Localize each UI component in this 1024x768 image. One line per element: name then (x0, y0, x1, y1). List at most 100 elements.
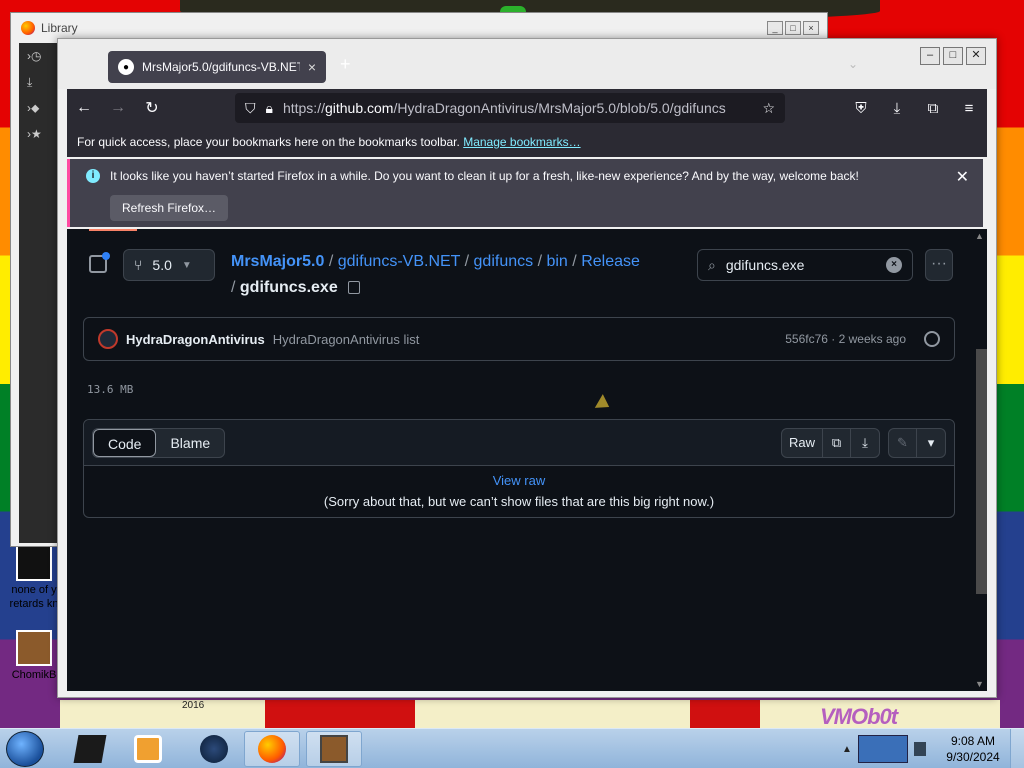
lock-icon[interactable]: 🔒︎ (266, 100, 273, 117)
tab-close-icon[interactable]: × (308, 59, 316, 75)
scroll-down-arrow-icon[interactable]: ▼ (975, 679, 984, 689)
latest-commit-box: HydraDragonAntivirus HydraDragonAntiviru… (83, 317, 955, 361)
taskbar-media-player-button[interactable] (120, 731, 176, 767)
breadcrumb-separator: / (328, 253, 334, 270)
chomikbox-icon (16, 630, 52, 666)
url-bar[interactable]: ⛉ 🔒︎ https://github.com/HydraDragonAntiv… (235, 93, 785, 123)
close-icon[interactable]: ✕ (956, 167, 969, 187)
bookmark-star-icon[interactable]: ☆ (762, 100, 775, 117)
wallpaper-red-block (690, 700, 760, 728)
copy-path-icon[interactable] (348, 281, 361, 295)
download-icon[interactable]: ⤓ (851, 429, 879, 457)
refresh-notification-bar: i It looks like you haven’t started Fire… (67, 159, 983, 227)
breadcrumb: MrsMajor5.0 / gdifuncs-VB.NET / gdifuncs… (231, 249, 661, 301)
maximize-button[interactable]: □ (943, 47, 963, 65)
scroll-up-arrow-icon[interactable]: ▲ (975, 231, 984, 241)
breadcrumb-separator: / (572, 253, 577, 270)
bookmarks-hint: For quick access, place your bookmarks h… (77, 135, 460, 149)
downloads-icon[interactable]: ⤓ (19, 69, 59, 95)
refresh-firefox-button[interactable]: Refresh Firefox… (110, 195, 229, 221)
list-tabs-chevron-icon[interactable]: ⌄ (848, 57, 858, 71)
pencil-icon[interactable]: ✎ (889, 429, 917, 457)
branch-selector[interactable]: ⑂ 5.0 ▼ (123, 249, 215, 281)
volume-icon[interactable] (913, 742, 926, 756)
library-window-controls: _ □ × (767, 21, 819, 35)
url-path: /HydraDragonAntivirus/MrsMajor5.0/blob/5… (393, 100, 726, 116)
view-mode-toggle: Code Blame (92, 428, 226, 458)
back-arrow-icon[interactable]: ← (67, 99, 101, 117)
tab-title: MrsMajor5.0/gdifuncs-VB.NET/ (142, 60, 300, 74)
breadcrumb-dir-link[interactable]: gdifuncs (474, 253, 534, 270)
info-icon: i (86, 169, 100, 183)
git-branch-icon: ⑂ (134, 257, 143, 273)
clock-time: 9:08 AM (950, 734, 996, 748)
close-button[interactable]: × (803, 21, 819, 35)
more-options-button[interactable]: ··· (925, 249, 953, 281)
menu-hamburger-icon[interactable]: ≡ (951, 100, 987, 117)
clear-search-icon[interactable]: × (886, 257, 902, 273)
taskbar-firefox-button[interactable] (244, 731, 300, 767)
branch-name: 5.0 (152, 257, 172, 273)
desktop-icon-file[interactable]: none of y retards kn (4, 545, 64, 611)
pocket-icon[interactable]: ⛨ (843, 100, 879, 117)
tray-app-icon[interactable] (857, 735, 908, 763)
copy-icon[interactable]: ⧉ (823, 429, 851, 457)
clock[interactable]: 9:08 AM 9/30/2024 (940, 733, 1006, 765)
breadcrumb-repo-link[interactable]: gdifuncs-VB.NET (338, 253, 460, 270)
firefox-window[interactable]: ● MrsMajor5.0/gdifuncs-VB.NET/ × + ⌄ – □… (57, 38, 997, 698)
taskbar-chomikbox-button[interactable] (306, 731, 362, 767)
breadcrumb-owner-link[interactable]: MrsMajor5.0 (231, 253, 324, 270)
history-icon[interactable] (924, 331, 940, 347)
breadcrumb-filename: gdifuncs.exe (239, 279, 338, 296)
minimize-button[interactable]: – (920, 47, 940, 65)
scrollbar-thumb[interactable] (976, 349, 987, 594)
minimize-button[interactable]: _ (767, 21, 783, 35)
new-tab-button[interactable]: + (340, 54, 351, 75)
file-tree-toggle-icon[interactable] (89, 252, 110, 273)
firefox-window-controls: – □ ✕ (920, 47, 986, 65)
close-button[interactable]: ✕ (966, 47, 986, 65)
file-size: 13.6 MB (87, 383, 134, 396)
url-host: github.com (324, 100, 394, 116)
show-hidden-icons-icon[interactable]: ▲ (842, 744, 852, 755)
breadcrumb-dir-link[interactable]: bin (546, 253, 567, 270)
search-icon: ⌕ (708, 256, 716, 273)
page-scrollbar[interactable]: ▲ ▼ (973, 229, 987, 691)
tracking-shield-icon[interactable]: ⛉ (245, 100, 256, 117)
search-value[interactable]: gdifuncs.exe (726, 257, 876, 273)
chomikbox-icon (320, 735, 348, 763)
notification-message: It looks like you haven’t started Firefo… (110, 169, 859, 183)
github-page: ⑂ 5.0 ▼ MrsMajor5.0 / gdifuncs-VB.NET / … (67, 229, 987, 691)
view-raw-link[interactable]: View raw (493, 473, 546, 488)
forward-arrow-icon[interactable]: → (101, 99, 135, 117)
tab-code[interactable]: Code (93, 429, 157, 457)
tab-github[interactable]: ● MrsMajor5.0/gdifuncs-VB.NET/ × (108, 51, 326, 83)
breadcrumb-separator: / (537, 253, 543, 270)
wallpaper-red-block (265, 700, 415, 728)
desktop-icon-label: none of y retards kn (9, 584, 59, 610)
avatar[interactable] (98, 329, 118, 349)
breadcrumb-separator: / (464, 253, 470, 270)
downloads-icon[interactable]: ⤓ (879, 100, 915, 117)
reload-icon[interactable]: ↻ (135, 98, 169, 118)
tags-icon[interactable]: ›⬥ (19, 95, 59, 121)
raw-button[interactable]: Raw (782, 429, 823, 457)
taskbar-app-button[interactable] (62, 731, 118, 767)
commit-sha-time[interactable]: 556fc76 · 2 weeks ago (785, 332, 906, 346)
manage-bookmarks-link[interactable]: Manage bookmarks… (463, 135, 580, 149)
commit-message[interactable]: HydraDragonAntivirus list (273, 332, 778, 347)
start-button[interactable] (6, 731, 44, 767)
history-icon[interactable]: ›◷ (19, 43, 59, 69)
url-text[interactable]: https://github.com/HydraDragonAntivirus/… (283, 100, 752, 116)
taskbar-app-button[interactable] (186, 731, 242, 767)
desktop-icon-chomikbox[interactable]: ChomikB (4, 630, 64, 682)
bookmarks-star-icon[interactable]: ›★ (19, 121, 59, 147)
extensions-icon[interactable]: ⧉ (915, 100, 951, 117)
breadcrumb-dir-link[interactable]: Release (581, 253, 640, 270)
tab-blame[interactable]: Blame (156, 429, 224, 457)
chevron-down-icon[interactable]: ▾ (917, 429, 945, 457)
show-desktop-button[interactable] (1010, 729, 1024, 768)
commit-author[interactable]: HydraDragonAntivirus (126, 332, 265, 347)
maximize-button[interactable]: □ (785, 21, 801, 35)
file-search-input[interactable]: ⌕ gdifuncs.exe × (697, 249, 913, 281)
